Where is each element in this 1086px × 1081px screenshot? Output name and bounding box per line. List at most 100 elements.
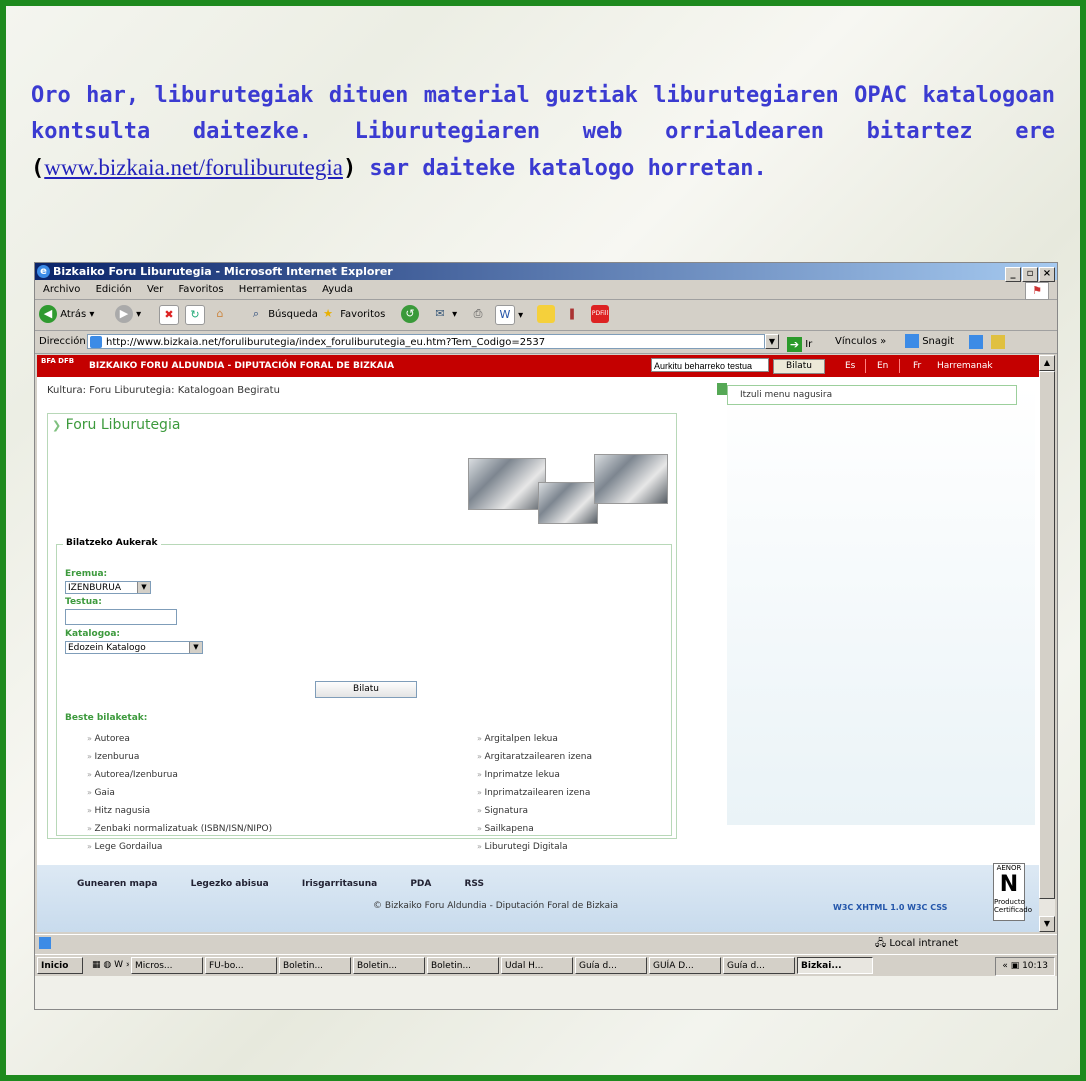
go-button[interactable]: ➔ Ir	[787, 334, 812, 356]
refresh-button[interactable]: ↻	[185, 305, 205, 325]
link-autorea-izenburua[interactable]: Autorea/Izenburua	[87, 766, 272, 784]
footer-rss-link[interactable]: RSS	[465, 879, 485, 889]
task-item[interactable]: Udal H...	[501, 957, 573, 974]
snagit-capture-icon[interactable]	[969, 335, 983, 349]
link-lege-gordailua[interactable]: Lege Gordailua	[87, 838, 272, 856]
menu-archivo[interactable]: Archivo	[43, 284, 80, 295]
catalog-select[interactable]: Edozein Katalogo ▼	[65, 641, 203, 654]
vertical-scrollbar[interactable]: ▲ ▼	[1039, 355, 1055, 932]
link-zenbaki-normalizatuak[interactable]: Zenbaki normalizatuak (ISBN/ISN/NIPO)	[87, 820, 272, 838]
search-button[interactable]: ⌕ Búsqueda	[247, 305, 318, 325]
link-liburutegi-digitala[interactable]: Liburutegi Digitala	[477, 838, 592, 856]
scroll-thumb[interactable]	[1039, 371, 1055, 899]
footer-accessibility-link[interactable]: Irisgarritasuna	[302, 879, 377, 889]
link-sailkapena[interactable]: Sailkapena	[477, 820, 592, 838]
mail-icon: ✉	[435, 307, 445, 320]
history-button[interactable]: ↺	[401, 305, 419, 325]
menu-herramientas[interactable]: Herramientas	[239, 284, 307, 295]
footer-links: Gunearen mapa Legezko abisua Irisgarrita…	[77, 879, 514, 889]
task-item-active[interactable]: Bizkai...	[797, 957, 873, 974]
menu-edicion[interactable]: Edición	[96, 284, 132, 295]
link-inprimatze-lekua[interactable]: Inprimatze lekua	[477, 766, 592, 784]
address-input[interactable]: http://www.bizkaia.net/foruliburutegia/i…	[87, 334, 765, 349]
desktop-strip	[35, 976, 1057, 1009]
links-button[interactable]: Vínculos »	[835, 331, 886, 353]
go-arrow-icon: ➔	[787, 336, 802, 352]
taskbar: Inicio ▦ ◍ W » Micros... FU-bo... Boleti…	[35, 954, 1057, 977]
contact-link[interactable]: Harremanak	[937, 355, 993, 377]
maximize-button[interactable]: ▫	[1022, 267, 1038, 282]
snagit-icon	[905, 334, 919, 348]
text-input[interactable]	[65, 609, 177, 625]
catalog-label: Katalogoa:	[65, 629, 120, 639]
print-button[interactable]: ⎙	[469, 305, 487, 325]
copyright: © Bizkaiko Foru Aldundia - Diputación Fo…	[373, 901, 619, 911]
lang-en[interactable]: En	[877, 355, 888, 377]
menu-favoritos[interactable]: Favoritos	[178, 284, 223, 295]
snagit-button[interactable]: Snagit	[905, 331, 954, 353]
snagit-edit-icon[interactable]	[991, 335, 1005, 349]
scroll-up-icon[interactable]: ▲	[1039, 355, 1055, 371]
site-search-input[interactable]: Aurkitu beharreko testua	[651, 358, 769, 372]
link-argitaratzailearen-izena[interactable]: Argitaratzailearen izena	[477, 748, 592, 766]
breadcrumb: Kultura: Foru Liburutegia: Katalogoan Be…	[47, 385, 280, 396]
task-item[interactable]: Boletin...	[427, 957, 499, 974]
home-button[interactable]: ⌂	[211, 305, 229, 325]
quick-launch-icons[interactable]: ▦ ◍ W »	[89, 957, 129, 974]
menu-ver[interactable]: Ver	[147, 284, 163, 295]
minimize-button[interactable]: _	[1005, 267, 1021, 282]
chevron-down-icon: ▼	[137, 582, 150, 593]
field-select[interactable]: IZENBURUA ▼	[65, 581, 151, 594]
link-autorea[interactable]: Autorea	[87, 730, 272, 748]
site-footer: Gunearen mapa Legezko abisua Irisgarrita…	[37, 863, 1039, 932]
link-inprimatzailearen-izena[interactable]: Inprimatzailearen izena	[477, 784, 592, 802]
back-button[interactable]: ◀ Atrás ▾	[39, 305, 94, 325]
task-item[interactable]: Boletin...	[279, 957, 351, 974]
menu-ayuda[interactable]: Ayuda	[322, 284, 353, 295]
research-button[interactable]: ❚	[563, 305, 581, 325]
task-item[interactable]: GUÍA D...	[649, 957, 721, 974]
back-to-menu-link[interactable]: Itzuli menu nagusira	[727, 385, 1017, 405]
word-button[interactable]: W ▾	[495, 305, 523, 325]
link-argitalpen-lekua[interactable]: Argitalpen lekua	[477, 730, 592, 748]
lang-fr[interactable]: Fr	[913, 355, 921, 377]
start-button[interactable]: Inicio	[37, 957, 83, 974]
intro-paragraph: Oro har, liburutegiak dituen material gu…	[31, 83, 1055, 181]
site-search-button[interactable]: Bilatu	[773, 359, 825, 374]
pdf-button[interactable]: PDFill	[591, 305, 609, 325]
library-link[interactable]: www.bizkaia.net/foruliburutegia	[44, 155, 343, 180]
pdf-icon: PDFill	[591, 305, 609, 323]
address-dropdown[interactable]: ▼	[765, 334, 779, 349]
menu-bar: Archivo Edición Ver Favoritos Herramient…	[35, 281, 1057, 300]
task-item[interactable]: FU-bo...	[205, 957, 277, 974]
link-hitz-nagusia[interactable]: Hitz nagusia	[87, 802, 272, 820]
search-submit-button[interactable]: Bilatu	[315, 681, 417, 698]
stop-button[interactable]: ✖	[159, 305, 179, 325]
close-button[interactable]: ×	[1039, 267, 1055, 282]
task-item[interactable]: Guía d...	[723, 957, 795, 974]
scroll-down-icon[interactable]: ▼	[1039, 916, 1055, 932]
other-searches-left: Autorea Izenburua Autorea/Izenburua Gaia…	[87, 730, 272, 856]
task-item[interactable]: Micros...	[131, 957, 203, 974]
task-item[interactable]: Boletin...	[353, 957, 425, 974]
search-icon: ⌕	[252, 307, 260, 320]
task-item[interactable]: Guía d...	[575, 957, 647, 974]
notes-button[interactable]	[537, 305, 555, 325]
toolbar: ◀ Atrás ▾ ▶ ▾ ✖ ↻ ⌂ ⌕ Búsqueda ★ Favorit…	[35, 300, 1057, 331]
w3c-badges[interactable]: W3C XHTML 1.0 W3C CSS	[833, 903, 983, 919]
footer-sitemap-link[interactable]: Gunearen mapa	[77, 879, 157, 889]
other-searches-label: Beste bilaketak:	[65, 713, 148, 723]
lang-es[interactable]: Es	[845, 355, 855, 377]
mail-button[interactable]: ✉ ▾	[431, 305, 457, 325]
link-gaia[interactable]: Gaia	[87, 784, 272, 802]
browser-screenshot: e Bizkaiko Foru Liburutegia - Microsoft …	[34, 262, 1058, 1010]
bfa-logo[interactable]: BFA DFB	[41, 357, 75, 375]
search-options: Bilatzeko Aukerak Eremua: IZENBURUA ▼ Tes…	[56, 538, 672, 852]
favorites-button[interactable]: ★ Favoritos	[319, 305, 385, 325]
footer-legal-link[interactable]: Legezko abisua	[191, 879, 269, 889]
forward-button[interactable]: ▶ ▾	[115, 305, 141, 325]
link-signatura[interactable]: Signatura	[477, 802, 592, 820]
link-izenburua[interactable]: Izenburua	[87, 748, 272, 766]
footer-pda-link[interactable]: PDA	[410, 879, 431, 889]
address-label: Dirección	[39, 336, 86, 347]
